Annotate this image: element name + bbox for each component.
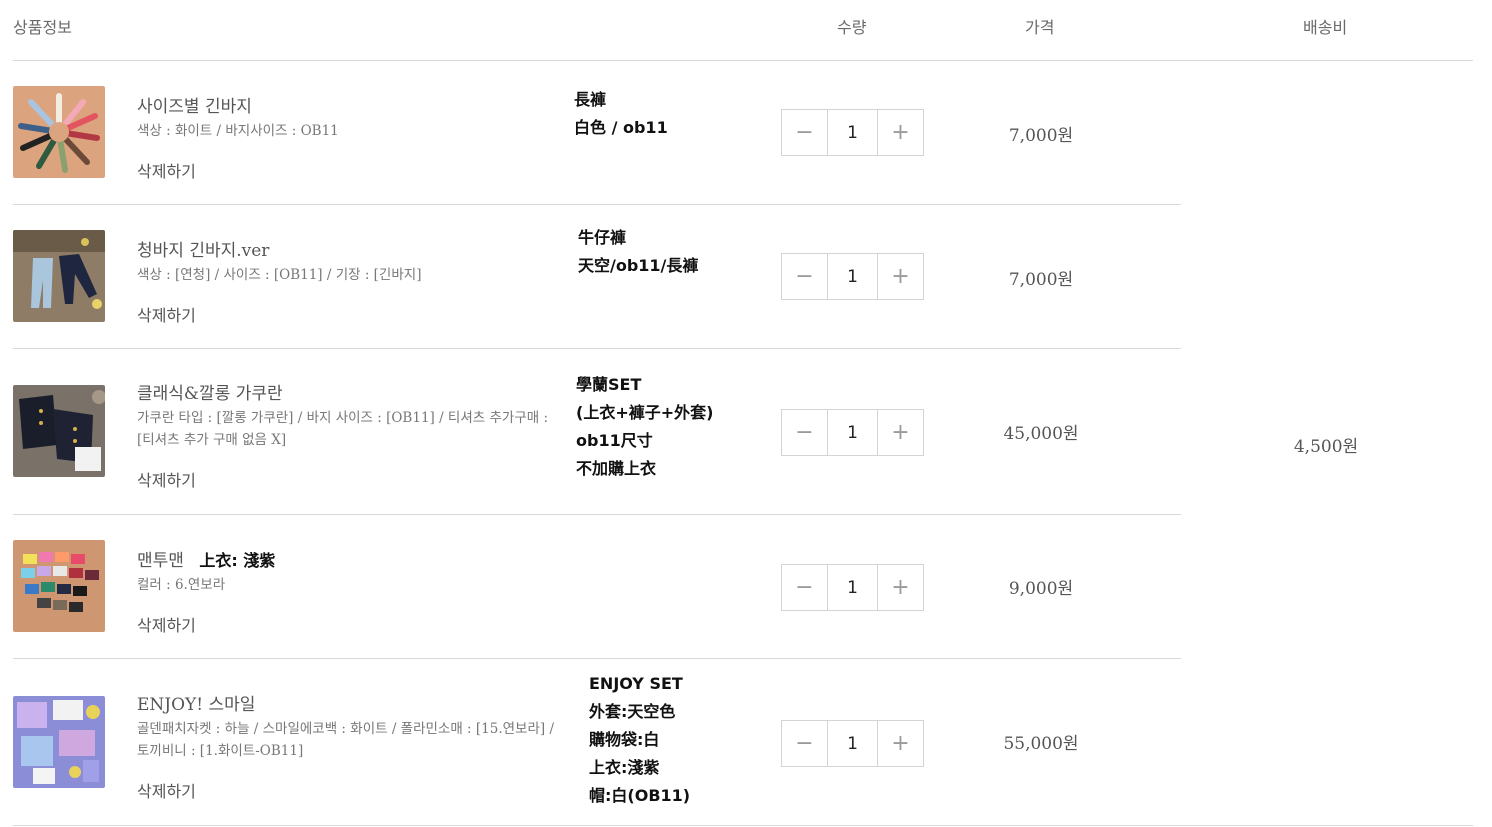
note-line: ENJOY SET bbox=[589, 674, 683, 693]
row-divider bbox=[13, 658, 1181, 659]
product-name[interactable]: ENJOY! 스마일 bbox=[137, 690, 255, 715]
quantity-stepper[interactable]: − 1 + bbox=[781, 720, 924, 767]
product-options: 골덴패치자켓 : 하늘 / 스마일에코백 : 화이트 / 폴라민소매 : [15… bbox=[137, 721, 554, 759]
note-line: 白色 / ob11 bbox=[574, 118, 668, 137]
quantity-stepper[interactable]: − 1 + bbox=[781, 253, 924, 300]
product-thumbnail[interactable] bbox=[13, 540, 105, 632]
minus-icon[interactable]: − bbox=[782, 410, 827, 455]
note-line: ob11尺寸 bbox=[576, 431, 653, 450]
minus-icon[interactable]: − bbox=[782, 721, 827, 766]
quantity-stepper[interactable]: − 1 + bbox=[781, 409, 924, 456]
delete-button[interactable]: 삭제하기 bbox=[137, 158, 196, 182]
quantity-value[interactable]: 1 bbox=[827, 110, 878, 155]
plus-icon[interactable]: + bbox=[878, 110, 923, 155]
delete-button[interactable]: 삭제하기 bbox=[137, 467, 196, 491]
buyer-note: 學蘭SET (上衣+褲子+外套) ob11尺寸 不加購上衣 bbox=[576, 371, 713, 483]
quantity-stepper[interactable]: − 1 + bbox=[781, 564, 924, 611]
product-options: 가쿠란 타입 : [깔롱 가쿠란] / 바지 사이즈 : [OB11] / 티셔… bbox=[137, 410, 549, 448]
quantity-value[interactable]: 1 bbox=[827, 254, 878, 299]
minus-icon[interactable]: − bbox=[782, 565, 827, 610]
note-line: (上衣+褲子+外套) bbox=[576, 403, 714, 422]
buyer-note: 長褲 白色 / ob11 bbox=[574, 86, 668, 142]
product-options: 색상 : 화이트 / 바지사이즈 : OB11 bbox=[137, 123, 339, 139]
minus-icon[interactable]: − bbox=[782, 110, 827, 155]
plus-icon[interactable]: + bbox=[878, 721, 923, 766]
product-name[interactable]: 클래식&깔롱 가쿠란 bbox=[137, 379, 283, 404]
quantity-value[interactable]: 1 bbox=[827, 410, 878, 455]
note-line: 天空/ob11/長褲 bbox=[578, 256, 699, 275]
item-price: 7,000원 bbox=[1008, 270, 1074, 290]
quantity-value[interactable]: 1 bbox=[827, 721, 878, 766]
product-options: 컬러 : 6.연보라 bbox=[137, 577, 226, 593]
item-price: 55,000원 bbox=[1003, 734, 1079, 754]
product-name[interactable]: 맨투맨 上衣: 淺紫 bbox=[137, 546, 275, 571]
table-bottom-divider bbox=[13, 825, 1473, 826]
plus-icon[interactable]: + bbox=[878, 254, 923, 299]
note-line: 學蘭SET bbox=[576, 375, 642, 394]
item-price: 7,000원 bbox=[1008, 126, 1074, 146]
item-price: 45,000원 bbox=[1003, 424, 1079, 444]
product-name-text: 맨투맨 bbox=[137, 551, 184, 571]
product-thumbnail[interactable] bbox=[13, 230, 105, 322]
plus-icon[interactable]: + bbox=[878, 565, 923, 610]
delete-button[interactable]: 삭제하기 bbox=[137, 612, 196, 636]
product-thumbnail[interactable] bbox=[13, 86, 105, 178]
buyer-note: 牛仔褲 天空/ob11/長褲 bbox=[578, 224, 698, 280]
header-price: 가격 bbox=[1025, 18, 1055, 37]
shipping-fee: 4,500원 bbox=[1293, 437, 1359, 457]
quantity-value[interactable]: 1 bbox=[827, 565, 878, 610]
plus-icon[interactable]: + bbox=[878, 410, 923, 455]
item-price: 9,000원 bbox=[1008, 579, 1074, 599]
product-options: 색상 : [연청] / 사이즈 : [OB11] / 기장 : [긴바지] bbox=[137, 267, 422, 283]
note-line: 購物袋:白 bbox=[589, 730, 660, 749]
buyer-note: ENJOY SET 外套:天空色 購物袋:白 上衣:淺紫 帽:白(OB11) bbox=[589, 670, 690, 810]
note-line: 牛仔褲 bbox=[578, 228, 627, 247]
product-thumbnail[interactable] bbox=[13, 696, 105, 788]
product-name[interactable]: 청바지 긴바지.ver bbox=[137, 236, 269, 261]
header-shipping: 배송비 bbox=[1303, 18, 1348, 37]
product-thumbnail[interactable] bbox=[13, 385, 105, 477]
note-line: 不加購上衣 bbox=[576, 459, 657, 478]
row-divider bbox=[13, 204, 1181, 205]
note-line: 上衣:淺紫 bbox=[589, 758, 660, 777]
quantity-stepper[interactable]: − 1 + bbox=[781, 109, 924, 156]
header-quantity: 수량 bbox=[837, 18, 867, 37]
delete-button[interactable]: 삭제하기 bbox=[137, 302, 196, 326]
product-name[interactable]: 사이즈별 긴바지 bbox=[137, 92, 252, 117]
row-divider bbox=[13, 348, 1181, 349]
minus-icon[interactable]: − bbox=[782, 254, 827, 299]
header-product-info: 상품정보 bbox=[13, 18, 72, 37]
delete-button[interactable]: 삭제하기 bbox=[137, 778, 196, 802]
note-line: 帽:白(OB11) bbox=[589, 786, 691, 805]
row-divider bbox=[13, 514, 1181, 515]
buyer-note: 上衣: 淺紫 bbox=[199, 551, 276, 570]
note-line: 長褲 bbox=[574, 90, 607, 109]
header-divider bbox=[13, 60, 1473, 61]
note-line: 外套:天空色 bbox=[589, 702, 676, 721]
